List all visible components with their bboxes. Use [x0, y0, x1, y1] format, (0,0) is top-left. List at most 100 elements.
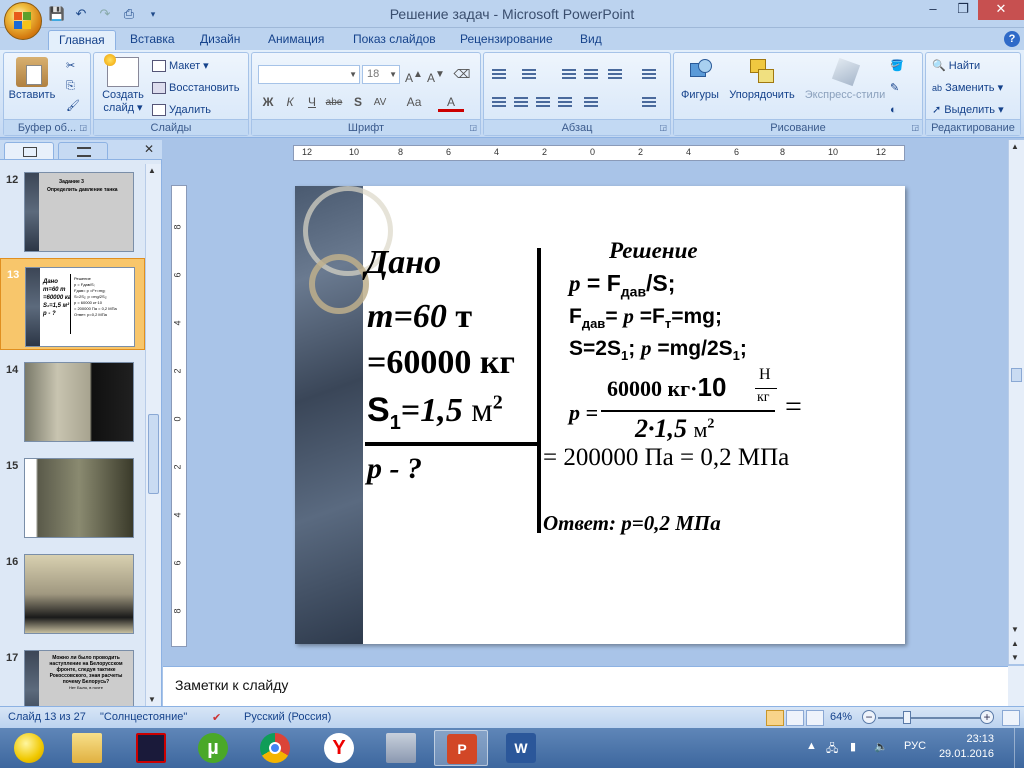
copy-icon[interactable]: ⎘: [66, 77, 75, 95]
tab-view[interactable]: Вид: [570, 30, 612, 50]
tab-outline[interactable]: [58, 142, 108, 160]
minimize-button[interactable]: –: [918, 0, 948, 20]
given-area[interactable]: S1=1,5 м2: [367, 391, 503, 435]
select-button[interactable]: ➚ Выделить ▾: [932, 101, 1004, 119]
shape-effects-icon[interactable]: ◐: [890, 101, 897, 119]
taskbar-utorrent[interactable]: µ: [186, 730, 240, 766]
underline-button[interactable]: Ч: [302, 93, 322, 112]
taskbar-smiley[interactable]: [2, 730, 56, 766]
notes-pane[interactable]: Заметки к слайду: [163, 666, 1008, 706]
taskbar-chrome[interactable]: [248, 730, 302, 766]
slideshow-button[interactable]: [806, 710, 824, 726]
previous-slide-icon[interactable]: ▲: [1011, 639, 1019, 648]
office-button[interactable]: [4, 2, 42, 40]
zoom-out-button[interactable]: −: [862, 710, 876, 724]
tab-animation[interactable]: Анимация: [258, 30, 334, 50]
quick-styles-button[interactable]: Экспресс-стили: [802, 57, 888, 102]
text-direction-icon[interactable]: [638, 65, 660, 83]
dialog-launcher-icon[interactable]: ◲: [469, 123, 477, 132]
close-icon[interactable]: ✕: [144, 142, 154, 156]
tab-design[interactable]: Дизайн: [190, 30, 250, 50]
change-case-button[interactable]: Аа: [400, 93, 428, 112]
taskbar-explorer[interactable]: [60, 730, 114, 766]
tab-slideshow[interactable]: Показ слайдов: [343, 30, 446, 50]
bullets-icon[interactable]: [488, 65, 510, 83]
char-spacing-button[interactable]: AV: [370, 93, 390, 112]
normal-view-button[interactable]: [766, 710, 784, 726]
taskbar-powerpoint[interactable]: P: [434, 730, 488, 766]
taskbar-calculator[interactable]: [374, 730, 428, 766]
shadow-button[interactable]: S: [348, 93, 368, 112]
tab-insert[interactable]: Вставка: [120, 30, 185, 50]
align-center-icon[interactable]: [510, 93, 532, 111]
given-mass-converted[interactable]: =60000 кг: [367, 344, 515, 382]
tray-language[interactable]: РУС: [904, 740, 926, 752]
shape-fill-icon[interactable]: 🪣: [890, 57, 904, 75]
slide-canvas[interactable]: Дано m=60 т =60000 кг S1=1,5 м2 p - ? Ре…: [295, 186, 905, 644]
dialog-launcher-icon[interactable]: ◲: [911, 123, 919, 132]
taskbar-word[interactable]: W: [494, 730, 548, 766]
zoom-in-button[interactable]: +: [980, 710, 994, 724]
result-line[interactable]: = 200000 Па = 0,2 МПа: [543, 444, 789, 472]
show-desktop-button[interactable]: [1014, 728, 1024, 768]
decrease-indent-icon[interactable]: [558, 65, 580, 83]
find-button[interactable]: 🔍 Найти: [932, 57, 980, 75]
tab-home[interactable]: Главная: [48, 30, 116, 50]
taskbar-floppy[interactable]: [124, 730, 178, 766]
thumbnail-slide-13[interactable]: 13 Дано m=60 т =60000 кг S₁=1,5 м² p - ? Реш…: [0, 258, 145, 350]
restore-button[interactable]: ❐: [948, 0, 978, 20]
next-slide-icon[interactable]: ▼: [1011, 653, 1019, 662]
clear-format-icon[interactable]: ⌫: [452, 65, 472, 84]
network-icon[interactable]: 🖧: [826, 740, 838, 759]
tray-expand-icon[interactable]: ▲: [806, 740, 817, 752]
scroll-down-icon[interactable]: ▼: [148, 695, 156, 704]
align-left-icon[interactable]: [488, 93, 510, 111]
given-title[interactable]: Дано: [365, 244, 441, 282]
fit-to-window-button[interactable]: [1002, 710, 1020, 726]
zoom-level[interactable]: 64%: [830, 711, 852, 723]
scroll-up-icon[interactable]: ▲: [148, 166, 156, 175]
font-name-combo[interactable]: ▼: [258, 65, 360, 84]
paste-button[interactable]: Вставить: [8, 57, 56, 102]
shapes-button[interactable]: Фигуры: [678, 57, 722, 102]
font-size-combo[interactable]: 18 ▼: [362, 65, 400, 84]
font-color-button[interactable]: A: [438, 93, 464, 112]
replace-button[interactable]: ab Заменить ▾: [932, 79, 1003, 97]
tab-slides[interactable]: [4, 142, 54, 160]
given-mass[interactable]: m=60 т: [367, 298, 472, 336]
scroll-up-icon[interactable]: ▲: [1011, 142, 1019, 151]
thumbnails-scrollbar[interactable]: ▲ ▼: [145, 164, 161, 706]
zoom-slider-handle[interactable]: [903, 711, 911, 724]
slide-sorter-button[interactable]: [786, 710, 804, 726]
align-right-icon[interactable]: [532, 93, 554, 111]
language-status[interactable]: Русский (Россия): [244, 711, 331, 723]
columns-icon[interactable]: [580, 93, 602, 111]
thumbnail-slide-14[interactable]: 14: [0, 354, 145, 446]
new-slide-button[interactable]: Создать слайд ▾: [98, 54, 148, 115]
thumbnail-slide-15[interactable]: 15: [0, 450, 145, 542]
shape-outline-icon[interactable]: ✎: [890, 79, 899, 97]
italic-button[interactable]: К: [280, 93, 300, 112]
increase-indent-icon[interactable]: [580, 65, 602, 83]
dialog-launcher-icon[interactable]: ◲: [79, 123, 87, 132]
align-text-icon[interactable]: [638, 93, 660, 111]
spellcheck-icon[interactable]: ✔: [212, 711, 221, 724]
theme-name[interactable]: "Солнцестояние": [100, 711, 187, 723]
help-icon[interactable]: ?: [1004, 31, 1020, 47]
dialog-launcher-icon[interactable]: ◲: [659, 123, 667, 132]
notes-scrollbar[interactable]: [1008, 666, 1024, 706]
unknown-quantity[interactable]: p - ?: [367, 452, 422, 486]
thumbnail-slide-17[interactable]: 17 Можно ли было проводить наступление н…: [0, 642, 145, 706]
answer-line[interactable]: Ответ: p=0,2 МПа: [543, 511, 721, 536]
justify-icon[interactable]: [554, 93, 576, 111]
scroll-thumb[interactable]: [1011, 368, 1022, 382]
fraction-numerator[interactable]: 60000 кг·10: [607, 372, 726, 403]
clock[interactable]: 23:13 29.01.2016: [939, 732, 994, 762]
fraction-denominator[interactable]: 2·1,5 м2: [635, 414, 714, 444]
taskbar-yandex[interactable]: Y: [312, 730, 366, 766]
shrink-font-icon[interactable]: A▼: [426, 65, 446, 85]
battery-icon[interactable]: ▮: [850, 740, 856, 753]
delete-slide-button[interactable]: Удалить: [152, 101, 211, 119]
slide-scrollbar[interactable]: ▲ ▼ ▲ ▼: [1008, 140, 1024, 664]
layout-button[interactable]: Макет ▾: [152, 57, 209, 75]
